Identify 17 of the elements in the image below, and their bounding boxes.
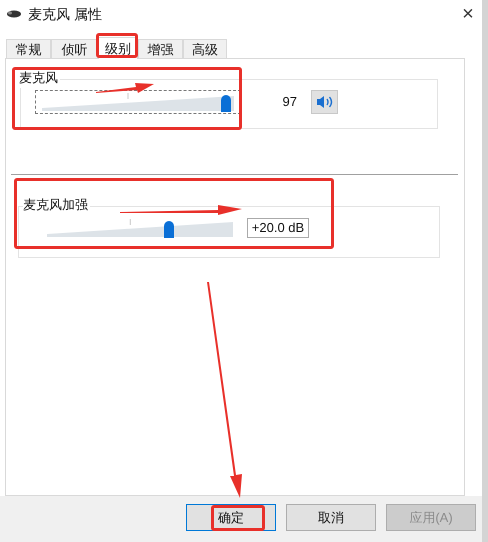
speaker-button[interactable] <box>311 90 338 114</box>
tab[interactable]: 侦听 <box>51 39 98 58</box>
speaker-icon <box>316 95 334 109</box>
slider-thumb[interactable] <box>221 95 232 112</box>
close-button[interactable]: × <box>454 4 482 24</box>
highlight-frame <box>96 33 138 58</box>
slider-thumb[interactable] <box>164 221 174 238</box>
tab[interactable]: 常规 <box>6 39 51 58</box>
microphone-icon <box>6 9 22 19</box>
highlight-frame <box>211 505 265 531</box>
tab[interactable]: 增强 <box>138 39 183 58</box>
group-label: 麦克风 <box>19 68 60 88</box>
boost-reading: +20.0 dB <box>247 218 309 238</box>
window-title: 麦克风 属性 <box>28 4 102 24</box>
dialog-button[interactable]: 取消 <box>286 504 376 531</box>
level-reading: 97 <box>282 93 298 112</box>
tab[interactable]: 高级 <box>183 39 227 58</box>
